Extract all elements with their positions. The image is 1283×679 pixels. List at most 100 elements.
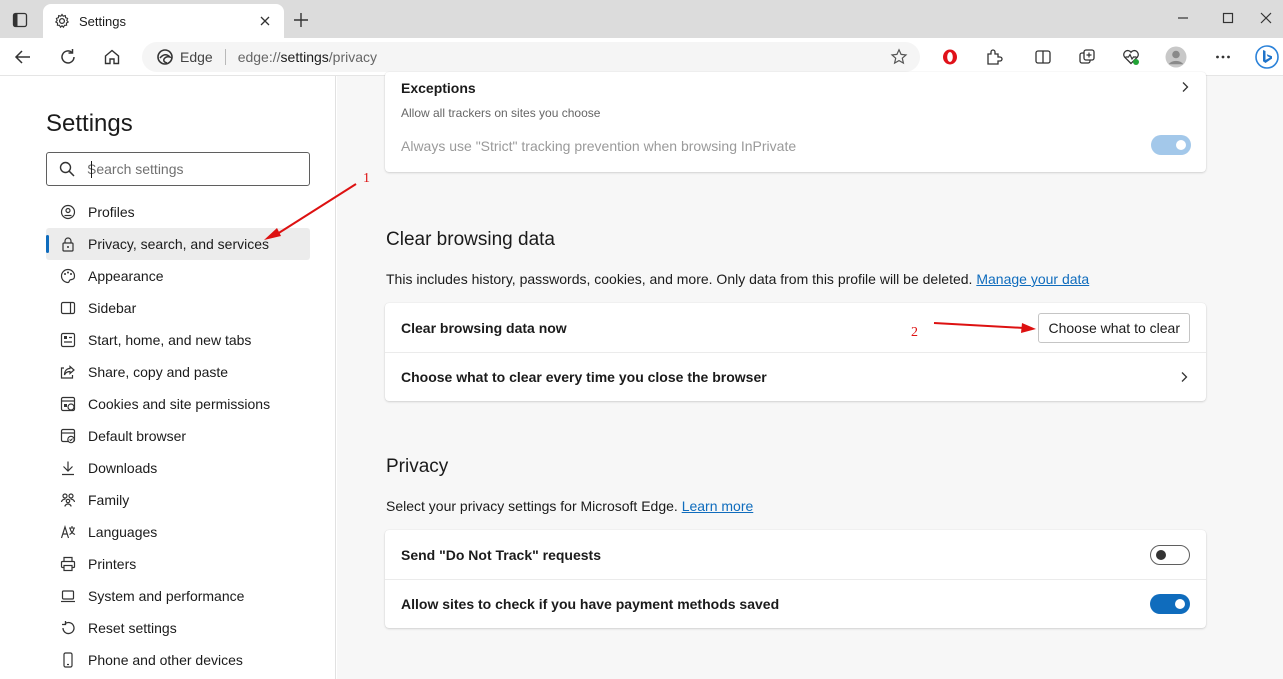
sidebar-item-appearance[interactable]: Appearance (46, 260, 310, 292)
strict-inprivate-row: Always use "Strict" tracking prevention … (401, 132, 1191, 162)
avatar[interactable] (1161, 43, 1191, 71)
sidebar-item-label: Family (88, 492, 130, 508)
choose-what-to-clear-button[interactable]: Choose what to clear (1038, 312, 1190, 343)
browser-icon (60, 428, 76, 444)
favorite-star-icon[interactable] (890, 48, 908, 66)
collections-icon[interactable] (1072, 43, 1102, 71)
tab-strip: Settings (0, 0, 1283, 38)
sidebar-item-phone[interactable]: Phone and other devices (46, 644, 310, 676)
sidebar-item-label: Sidebar (88, 300, 137, 316)
payment-methods-toggle[interactable] (1150, 594, 1190, 614)
clear-now-row: Clear browsing data now Choose what to c… (385, 303, 1206, 352)
learn-more-link[interactable]: Learn more (682, 498, 754, 514)
cookies-icon (60, 396, 76, 412)
back-button[interactable] (8, 43, 38, 71)
privacy-desc: Select your privacy settings for Microso… (386, 498, 754, 514)
text-caret (91, 161, 92, 178)
sidebar-item-printers[interactable]: Printers (46, 548, 310, 580)
clear-now-label: Clear browsing data now (401, 319, 567, 336)
sidebar-item-label: Share, copy and paste (88, 364, 229, 380)
strict-inprivate-toggle[interactable] (1151, 135, 1191, 155)
sidebar-item-label: Languages (88, 524, 158, 540)
reset-icon (60, 620, 76, 636)
sidebar-item-label: Reset settings (88, 620, 177, 636)
settings-tab[interactable]: Settings (43, 4, 284, 38)
tracking-prevention-card: Exceptions Allow all trackers on sites y… (385, 72, 1206, 172)
home-tabs-icon (60, 332, 76, 348)
sidebar-item-languages[interactable]: Languages (46, 516, 310, 548)
settings-nav: Profiles Privacy, search, and services A… (46, 196, 310, 676)
maximize-button[interactable] (1208, 4, 1248, 32)
url-text: edge://settings/privacy (237, 49, 378, 65)
sidebar-item-profiles[interactable]: Profiles (46, 196, 310, 228)
laptop-icon (60, 588, 76, 604)
sidebar-item-system[interactable]: System and performance (46, 580, 310, 612)
search-input[interactable] (87, 161, 287, 177)
search-icon (59, 161, 75, 177)
strict-inprivate-label: Always use "Strict" tracking prevention … (401, 138, 797, 154)
privacy-heading: Privacy (386, 456, 449, 477)
sidebar-item-label: Start, home, and new tabs (88, 332, 252, 348)
exceptions-title: Exceptions (401, 80, 476, 96)
payment-methods-label: Allow sites to check if you have payment… (401, 596, 780, 612)
do-not-track-row: Send "Do Not Track" requests (385, 530, 1206, 579)
close-window-button[interactable] (1246, 4, 1283, 32)
minimize-button[interactable] (1163, 4, 1203, 32)
chevron-right-icon (1182, 82, 1189, 92)
family-icon (60, 492, 76, 508)
clear-browsing-data-heading: Clear browsing data (386, 229, 555, 250)
languages-icon (60, 524, 76, 540)
refresh-button[interactable] (53, 43, 83, 71)
share-icon (60, 364, 76, 380)
clear-on-close-label: Choose what to clear every time you clos… (401, 369, 767, 385)
exceptions-row[interactable]: Exceptions Allow all trackers on sites y… (401, 77, 1191, 123)
lock-icon (60, 236, 76, 252)
page-title: Settings (46, 110, 133, 137)
sidebar-item-reset[interactable]: Reset settings (46, 612, 310, 644)
clear-browsing-data-card: Clear browsing data now Choose what to c… (385, 303, 1206, 401)
sidebar-item-downloads[interactable]: Downloads (46, 452, 310, 484)
search-box[interactable] (46, 152, 310, 186)
extensions-icon[interactable] (979, 43, 1009, 71)
edge-logo-icon (157, 49, 173, 65)
manage-your-data-link[interactable]: Manage your data (976, 271, 1089, 287)
profile-icon (60, 204, 76, 220)
download-icon (60, 460, 76, 476)
sidebar-item-label: Profiles (88, 204, 135, 220)
opera-icon[interactable] (935, 43, 965, 71)
split-screen-icon[interactable] (1028, 43, 1058, 71)
sidebar-item-label: Default browser (88, 428, 187, 444)
sidebar-item-label: Downloads (88, 460, 158, 476)
gear-icon (53, 12, 71, 30)
sidebar-item-share[interactable]: Share, copy and paste (46, 356, 310, 388)
sidebar-item-start-home[interactable]: Start, home, and new tabs (46, 324, 310, 356)
annotation-marker-1: 1 (363, 171, 370, 186)
tab-title: Settings (79, 13, 126, 29)
do-not-track-toggle[interactable] (1150, 544, 1190, 565)
clear-on-close-row[interactable]: Choose what to clear every time you clos… (385, 352, 1206, 401)
home-button[interactable] (97, 43, 127, 71)
sidebar-item-label: Appearance (88, 268, 164, 284)
sidebar-item-sidebar[interactable]: Sidebar (46, 292, 310, 324)
omnibox-separator (224, 49, 226, 65)
bing-chat-icon[interactable] (1252, 43, 1282, 71)
new-tab-button[interactable] (289, 8, 313, 32)
exceptions-desc: Allow all trackers on sites you choose (401, 106, 601, 120)
sidebar-item-label: System and performance (88, 588, 245, 604)
close-tab-icon[interactable] (256, 12, 274, 30)
browser-essentials-icon[interactable] (1116, 43, 1146, 71)
sidebar-item-default-browser[interactable]: Default browser (46, 420, 310, 452)
settings-content: Exceptions Allow all trackers on sites y… (337, 72, 1283, 679)
sidebar-item-privacy[interactable]: Privacy, search, and services (46, 228, 310, 260)
clear-browsing-data-desc: This includes history, passwords, cookie… (386, 271, 1090, 287)
sidebar-item-family[interactable]: Family (46, 484, 310, 516)
sidebar-item-label: Privacy, search, and services (88, 236, 270, 252)
sidebar-item-cookies[interactable]: Cookies and site permissions (46, 388, 310, 420)
palette-icon (60, 268, 76, 284)
more-options-icon[interactable] (1208, 43, 1238, 71)
tab-actions-icon[interactable] (6, 7, 34, 33)
phone-icon (60, 652, 76, 668)
address-bar[interactable]: Edge edge://settings/privacy (142, 42, 920, 72)
settings-sidebar: Settings Profiles Privacy, search, and s… (0, 76, 336, 679)
address-toolbar: Edge edge://settings/privacy (0, 38, 1283, 76)
